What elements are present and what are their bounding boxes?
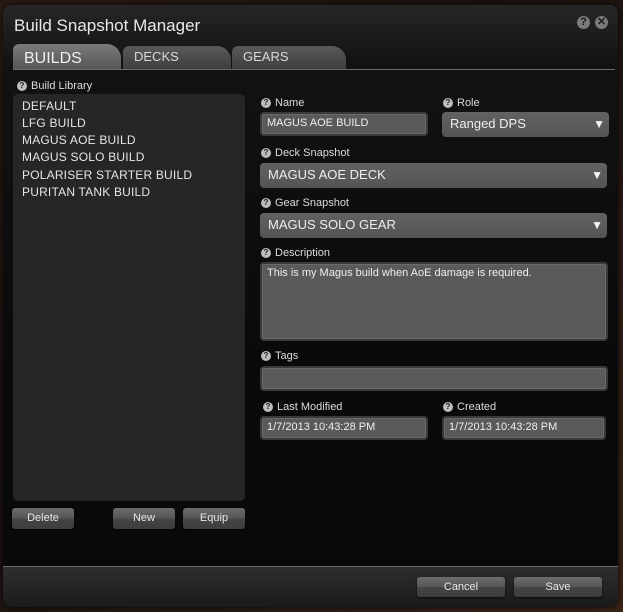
tab-divider [13,69,615,70]
last-modified-label: ? Last Modified [263,401,342,413]
help-icon[interactable]: ? [443,98,453,108]
help-icon[interactable]: ? [261,148,271,158]
tab-bar: BUILDS DECKS GEARS [13,44,618,70]
created-field: 1/7/2013 10:43:28 PM [442,416,606,440]
help-icon[interactable]: ? [261,351,271,361]
help-icon[interactable]: ? [443,402,453,412]
build-library-label: ? Build Library [17,80,92,92]
list-item[interactable]: MAGUS AOE BUILD [22,133,136,147]
equip-button[interactable]: Equip [183,508,245,529]
close-icon[interactable]: ✕ [595,16,608,29]
list-item[interactable]: DEFAULT [22,99,77,113]
deck-snapshot-value: MAGUS AOE DECK [268,167,386,182]
chevron-down-icon: ▼ [591,168,603,182]
list-item[interactable]: PURITAN TANK BUILD [22,185,150,199]
help-icon[interactable]: ? [261,248,271,258]
tab-gears[interactable]: GEARS [232,46,346,69]
deck-snapshot-dropdown[interactable]: MAGUS AOE DECK ▼ [260,163,607,188]
last-modified-field: 1/7/2013 10:43:28 PM [260,416,428,440]
role-dropdown[interactable]: Ranged DPS ▼ [442,112,609,137]
help-icon[interactable]: ? [17,81,27,91]
build-snapshot-manager-window: Build Snapshot Manager ? ✕ BUILDS DECKS … [3,5,618,607]
tab-decks[interactable]: DECKS [123,46,231,69]
new-button[interactable]: New [113,508,175,529]
tags-label: ? Tags [261,350,298,362]
help-icon[interactable]: ? [263,402,273,412]
deck-snapshot-label: ? Deck Snapshot [261,147,350,159]
chevron-down-icon: ▼ [591,218,603,232]
help-icon[interactable]: ? [261,98,271,108]
tags-input[interactable] [260,366,608,391]
list-item[interactable]: MAGUS SOLO BUILD [22,150,145,164]
created-label: ? Created [443,401,496,413]
description-textarea[interactable]: This is my Magus build when AoE damage i… [260,262,608,341]
gear-snapshot-value: MAGUS SOLO GEAR [268,217,396,232]
list-item[interactable]: LFG BUILD [22,116,86,130]
chevron-down-icon: ▼ [593,117,605,131]
list-item[interactable]: POLARISER STARTER BUILD [22,168,192,182]
save-button[interactable]: Save [514,577,602,597]
role-value: Ranged DPS [450,116,526,131]
gear-snapshot-dropdown[interactable]: MAGUS SOLO GEAR ▼ [260,213,607,238]
tab-builds[interactable]: BUILDS [13,44,121,70]
help-icon[interactable]: ? [577,16,590,29]
window-title: Build Snapshot Manager [14,16,201,35]
help-icon[interactable]: ? [261,198,271,208]
delete-button[interactable]: Delete [12,508,74,529]
description-label: ? Description [261,247,330,259]
build-library-list[interactable]: DEFAULT LFG BUILD MAGUS AOE BUILD MAGUS … [13,94,245,501]
name-label: ? Name [261,97,304,109]
role-label: ? Role [443,97,480,109]
gear-snapshot-label: ? Gear Snapshot [261,197,349,209]
cancel-button[interactable]: Cancel [417,577,505,597]
name-input[interactable]: MAGUS AOE BUILD [260,112,428,136]
